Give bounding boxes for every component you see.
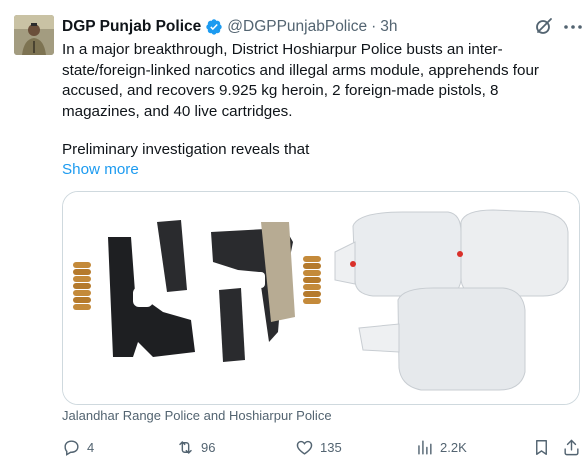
tweet-media-image[interactable] (62, 191, 580, 405)
timestamp[interactable]: 3h (380, 18, 397, 36)
grok-icon[interactable] (534, 16, 554, 36)
more-options-icon[interactable] (562, 17, 584, 37)
media-caption: Jalandhar Range Police and Hoshiarpur Po… (62, 408, 332, 423)
cartridges-right (303, 256, 321, 304)
like-count: 135 (320, 439, 342, 455)
tweet-text: In a major breakthrough, District Hoshia… (62, 41, 539, 120)
views-button[interactable]: 2.2K (415, 436, 467, 458)
show-more-link[interactable]: Show more (62, 160, 139, 181)
avatar[interactable] (14, 15, 54, 55)
action-bar: 4 96 135 2.2K (62, 436, 582, 458)
author-name[interactable]: DGP Punjab Police (62, 18, 201, 36)
like-button[interactable]: 135 (295, 436, 342, 458)
magazine-2 (219, 288, 245, 362)
heart-icon (296, 440, 313, 455)
reply-icon (64, 439, 79, 456)
tweet-header: DGP Punjab Police @DGPPunjabPolice · 3h (62, 16, 398, 38)
repost-count: 96 (201, 439, 216, 455)
repost-button[interactable]: 96 (176, 436, 215, 458)
verified-badge-icon (205, 18, 223, 36)
author-handle[interactable]: @DGPPunjabPolice (227, 18, 367, 36)
tweet: DGP Punjab Police @DGPPunjabPolice · 3h … (0, 0, 588, 468)
bookmark-icon (536, 439, 547, 455)
separator-dot: · (371, 18, 377, 35)
bookmark-button[interactable] (532, 436, 551, 458)
tweet-text-continued: Preliminary investigation reveals that (62, 141, 310, 158)
analytics-icon (418, 439, 432, 455)
cartridges-left (73, 262, 91, 310)
views-count: 2.2K (440, 439, 467, 455)
reply-count: 4 (87, 439, 95, 455)
share-button[interactable] (562, 436, 581, 458)
share-icon (564, 439, 579, 455)
repost-icon (179, 440, 192, 454)
reply-button[interactable]: 4 (62, 436, 94, 458)
